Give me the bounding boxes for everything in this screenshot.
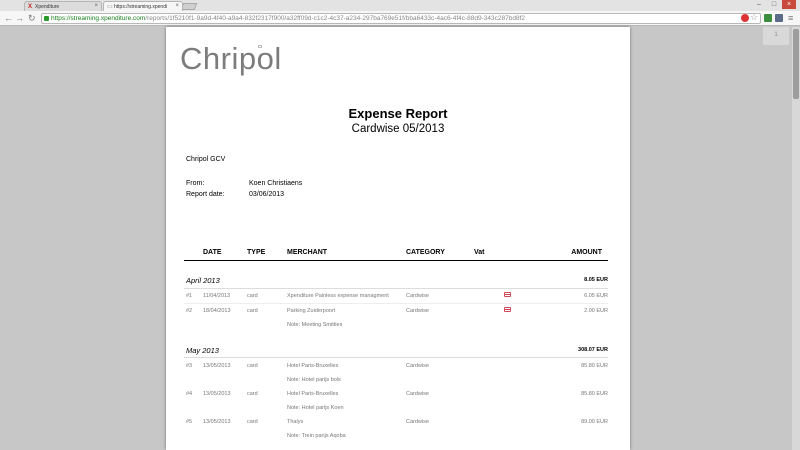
- row-amount: 89.00 EUR: [581, 419, 608, 425]
- tab-title: https://streaming.xpendi: [114, 4, 168, 10]
- tab-xpenditure[interactable]: X Xpenditure ×: [24, 1, 102, 11]
- report-subtitle: Cardwise 05/2013: [351, 123, 445, 135]
- close-window-icon[interactable]: ×: [782, 0, 796, 9]
- address-bar[interactable]: https://streaming.xpenditure.com/reports…: [41, 13, 761, 24]
- credit-card-icon: [504, 307, 511, 312]
- row-date: 13/05/2013: [203, 363, 231, 369]
- row-number: #2: [186, 308, 193, 314]
- back-icon[interactable]: ←: [4, 13, 13, 23]
- menu-icon[interactable]: ≡: [788, 13, 793, 23]
- forward-icon[interactable]: →: [15, 13, 24, 23]
- row-note: Note: Hotel parijs Koen: [287, 405, 344, 411]
- row-number: #5: [186, 419, 193, 425]
- row-date: 13/05/2013: [203, 391, 231, 397]
- row-number: #1: [186, 293, 193, 299]
- close-tab-icon[interactable]: ×: [94, 3, 98, 9]
- row-category: Cardwise: [406, 363, 429, 369]
- col-type: TYPE: [247, 249, 266, 256]
- row-note: Note: Hotel parijs bols: [287, 377, 341, 383]
- tab-title: Xpenditure: [35, 4, 60, 10]
- page-viewport: Chripol Expense Report Cardwise 05/2013 …: [0, 27, 800, 450]
- reload-icon[interactable]: ↻: [28, 13, 36, 23]
- row-category: Cardwise: [406, 391, 429, 397]
- tab-strip: X Xpenditure × ▭ https://streaming.xpend…: [0, 0, 800, 11]
- header-rule: [184, 260, 608, 261]
- new-tab-button[interactable]: [180, 3, 198, 10]
- row-amount: 85.80 EUR: [581, 391, 608, 397]
- report-title: Expense Report: [348, 106, 448, 121]
- col-merchant: MERCHANT: [287, 249, 328, 256]
- company-name: Chripol GCV: [186, 156, 226, 163]
- block-icon[interactable]: [741, 14, 749, 22]
- row-merchant: Parking Zuiderpoort: [287, 308, 336, 314]
- bookmark-star-icon[interactable]: ☆: [750, 12, 758, 22]
- row-type: card: [247, 391, 258, 397]
- month-heading: May 2013: [186, 346, 219, 355]
- document-icon: ▭: [107, 4, 113, 10]
- from-value: Koen Christiaens: [249, 180, 303, 187]
- x-logo-icon: X: [28, 4, 33, 10]
- row-date: 11/04/2013: [203, 293, 231, 299]
- url-host: https://streaming.xpenditure.com: [51, 15, 146, 22]
- extension-icon[interactable]: [764, 14, 772, 22]
- row-type: card: [247, 308, 258, 314]
- report-date-label: Report date:: [186, 191, 225, 198]
- row-category: Cardwise: [406, 419, 429, 425]
- url-path: /reports/1f5210f1-9a9d-4f40-a9a4-832f231…: [145, 15, 526, 22]
- page-number-badge: 1: [763, 27, 789, 45]
- report-date-value: 03/06/2013: [249, 191, 285, 198]
- row-number: #3: [186, 363, 193, 369]
- company-logo: Chripol: [180, 41, 282, 76]
- col-date: DATE: [203, 249, 222, 256]
- row-type: card: [247, 293, 258, 299]
- row-note: Note: Meeting Smitties: [287, 322, 343, 328]
- browser-toolbar: ← → ↻ https://streaming.xpenditure.com/r…: [0, 11, 800, 26]
- row-amount: 85.80 EUR: [581, 363, 608, 369]
- scrollbar-thumb[interactable]: [793, 29, 799, 99]
- row-amount: 6.05 EUR: [584, 293, 608, 299]
- col-vat: Vat: [474, 249, 485, 256]
- row-type: card: [247, 363, 258, 369]
- from-label: From:: [186, 180, 205, 187]
- row-date: 13/05/2013: [203, 419, 231, 425]
- month-rule: [184, 357, 608, 358]
- row-category: Cardwise: [406, 308, 429, 314]
- month-rule: [184, 288, 608, 289]
- report-page: Chripol Expense Report Cardwise 05/2013 …: [166, 27, 630, 450]
- trademark-mark: [258, 45, 262, 48]
- row-note: Note: Trein parijs Aqoba: [287, 433, 346, 439]
- row-type: card: [247, 419, 258, 425]
- maximize-icon[interactable]: □: [767, 0, 781, 9]
- row-number: #4: [186, 391, 193, 397]
- minimize-icon[interactable]: –: [752, 0, 766, 9]
- row-merchant: Hotel Paris-Bruxelles: [287, 391, 339, 397]
- row-date: 18/04/2013: [203, 308, 231, 314]
- row-merchant: Xpenditure Painless expense managment: [287, 293, 389, 299]
- row-divider: [184, 303, 608, 304]
- row-merchant: Thalys: [287, 419, 304, 425]
- month-total: 8.05 EUR: [584, 277, 608, 283]
- row-merchant: Hotel Paris-Bruxelles: [287, 363, 339, 369]
- month-total: 308.07 EUR: [578, 347, 608, 353]
- col-category: CATEGORY: [406, 249, 445, 256]
- col-amount: AMOUNT: [571, 249, 602, 256]
- lock-icon: [44, 16, 49, 21]
- month-heading: April 2013: [186, 276, 220, 285]
- tab-report[interactable]: ▭ https://streaming.xpendi ×: [103, 1, 183, 11]
- row-amount: 2.00 EUR: [584, 308, 608, 314]
- credit-card-icon: [504, 292, 511, 297]
- close-tab-icon[interactable]: ×: [175, 3, 179, 9]
- extension-icon[interactable]: [775, 14, 783, 22]
- row-category: Cardwise: [406, 293, 429, 299]
